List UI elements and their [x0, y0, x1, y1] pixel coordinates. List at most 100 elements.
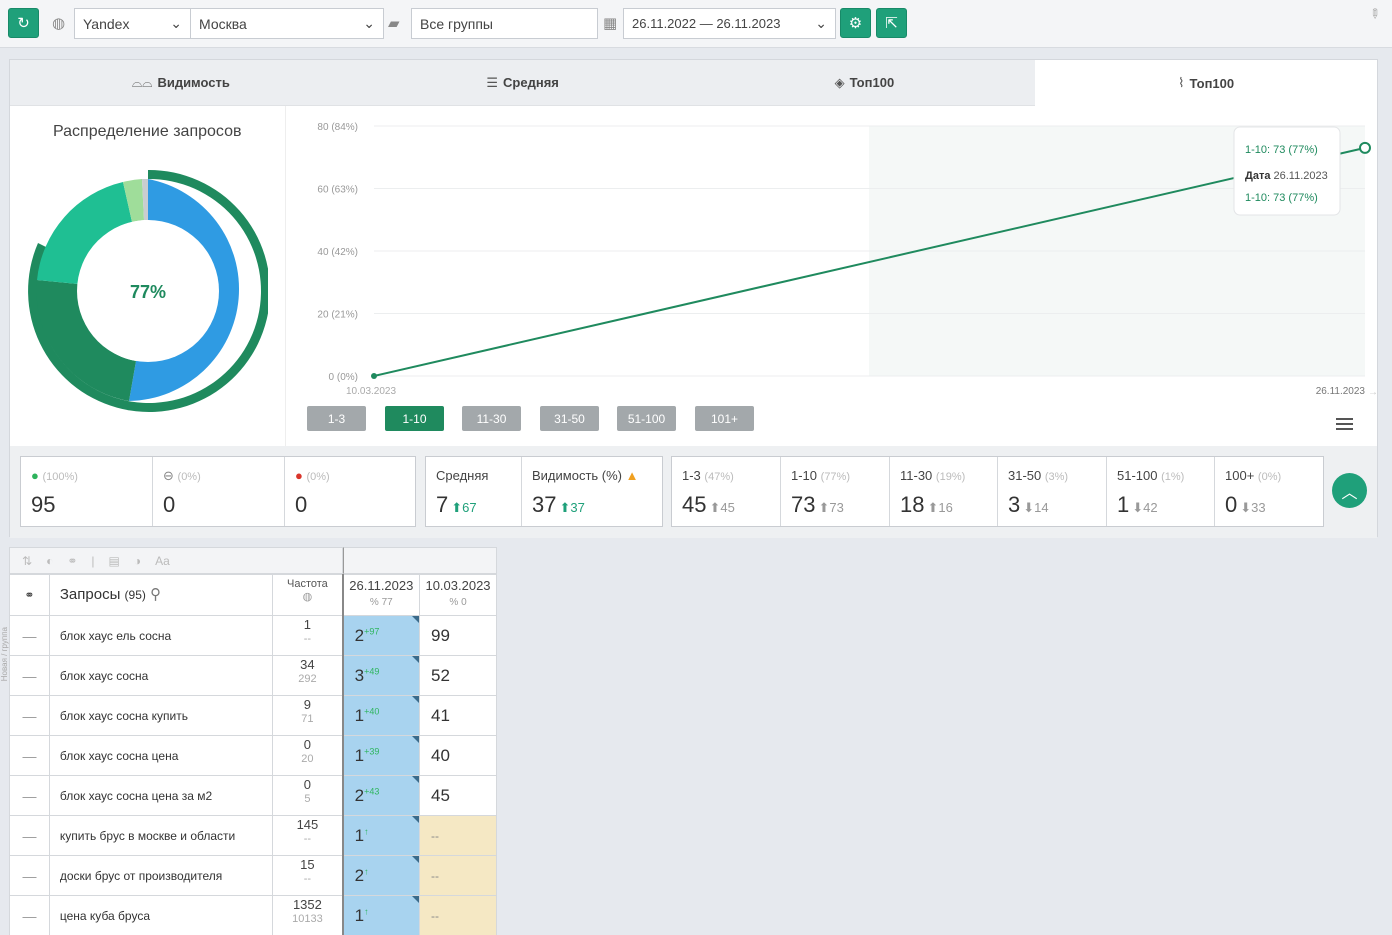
stat-range-1-3[interactable]: 1-3 (47%) 45 ⬆45: [672, 457, 781, 526]
stat-average[interactable]: Средняя 7 ⬆67: [426, 457, 522, 526]
position-cell[interactable]: 2↑: [341, 855, 421, 896]
export-button[interactable]: ⇱: [876, 8, 907, 38]
query-text[interactable]: блок хаус сосна цена: [48, 735, 274, 776]
group-select[interactable]: Все группы: [411, 8, 598, 39]
stat-range-11-30[interactable]: 11-30 (19%) 18 ⬆16: [890, 457, 998, 526]
row-toggle[interactable]: —: [9, 775, 50, 816]
y-tick-label: 60 (63%): [317, 185, 358, 196]
range-value: 1: [1117, 492, 1130, 517]
distribution-title: Распределение запросов: [53, 123, 242, 140]
previous-position-cell[interactable]: --: [419, 855, 497, 896]
position-cell[interactable]: 1+40: [341, 695, 421, 736]
frequency-column-header[interactable]: Частота ◍: [272, 574, 344, 616]
stat-visibility[interactable]: Видимость (%) ▲ 37 ⬆37: [522, 457, 662, 526]
separator: |: [91, 553, 95, 568]
queries-column-header[interactable]: Запросы (95) ⚲: [48, 574, 274, 616]
stat-range-100-plus[interactable]: 100+ (0%) 0 ⬇33: [1215, 457, 1323, 526]
y-tick-label: 0 (0%): [329, 372, 358, 383]
date1-column-header[interactable]: 26.11.2023% 77: [341, 574, 421, 616]
position-cell[interactable]: 1↑: [341, 815, 421, 856]
range-button-51-100[interactable]: 51-100: [617, 406, 676, 431]
position-cell[interactable]: 1↑: [341, 895, 421, 935]
previous-position-cell[interactable]: --: [419, 815, 497, 856]
queries-count: (95): [124, 588, 146, 602]
range-pct: (19%): [935, 471, 966, 483]
scroll-up-button[interactable]: ︿: [1332, 473, 1367, 508]
tab-average[interactable]: ☰ Средняя: [351, 60, 694, 106]
previous-position-cell[interactable]: 41: [419, 695, 497, 736]
stat-range-1-10[interactable]: 1-10 (77%) 73 ⬆73: [781, 457, 890, 526]
range-delta: 14: [1034, 500, 1049, 515]
query-text[interactable]: блок хаус сосна: [48, 655, 274, 696]
refresh-button[interactable]: ↻: [8, 8, 39, 38]
stat-range-31-50[interactable]: 31-50 (3%) 3 ⬇14: [998, 457, 1107, 526]
overview-panel: ⌓⌓ Видимость ☰ Средняя ◈ Топ100 ⌇ Топ100 Рас…: [9, 59, 1378, 538]
toolbar: ↻ ◍ Yandex ⌄ Москва ⌄ ▰ Все группы ▦ 26.…: [0, 0, 1392, 48]
pin-icon[interactable]: ✎: [1365, 4, 1384, 23]
date2-column-header[interactable]: 10.03.2023% 0: [419, 574, 497, 616]
link-icon[interactable]: ⚭: [67, 554, 77, 568]
previous-position-cell[interactable]: 40: [419, 735, 497, 776]
x-tick-label: 10.03.2023: [346, 386, 396, 397]
position-cell[interactable]: 1+39: [341, 735, 421, 776]
row-toggle[interactable]: —: [9, 735, 50, 776]
range-button-1-10[interactable]: 1-10: [385, 406, 444, 431]
query-text[interactable]: блок хаус сосна цена за м2: [48, 775, 274, 816]
query-text[interactable]: блок хаус сосна купить: [48, 695, 274, 736]
row-toggle[interactable]: —: [9, 655, 50, 696]
range-button-11-30[interactable]: 11-30: [462, 406, 521, 431]
stat-down[interactable]: ● (0%) 0: [285, 457, 415, 526]
range-button-31-50[interactable]: 31-50: [540, 406, 599, 431]
position-cell[interactable]: 3+49: [341, 655, 421, 696]
side-group-label[interactable]: Новая / группа: [0, 627, 9, 681]
chevron-down-icon: ⌄: [815, 15, 827, 31]
contrast-icon[interactable]: ◑: [134, 554, 141, 568]
range-delta: 73: [829, 500, 844, 515]
line-chart: 80 (84%) 60 (63%) 40 (42%) 20 (21%) 0 (0%) 10…: [317, 122, 1378, 398]
range-button-1-3[interactable]: 1-3: [307, 406, 366, 431]
globe-icon: ◍: [302, 591, 313, 603]
distribution-donut: 77%: [28, 169, 268, 412]
tab-top100-layers[interactable]: ◈ Топ100: [693, 60, 1036, 106]
sort-icon[interactable]: ⇅: [22, 554, 32, 568]
range-value: 73: [791, 492, 816, 517]
search-engine-select[interactable]: Yandex ⌄: [74, 8, 191, 39]
y-tick-label: 80 (84%): [317, 122, 358, 133]
query-text[interactable]: доски брус от производителя: [48, 855, 274, 896]
link-column-header[interactable]: ⚭: [9, 574, 50, 616]
row-toggle[interactable]: —: [9, 855, 50, 896]
font-icon[interactable]: Aa: [155, 554, 170, 568]
settings-button[interactable]: ⚙: [840, 8, 871, 38]
search-icon[interactable]: ⚲: [150, 586, 161, 603]
tab-top100-chart[interactable]: ⌇ Топ100: [1035, 60, 1377, 106]
row-toggle[interactable]: —: [9, 895, 50, 935]
position-cell[interactable]: 2+43: [341, 775, 421, 816]
row-toggle[interactable]: —: [9, 695, 50, 736]
previous-position-cell[interactable]: 52: [419, 655, 497, 696]
previous-position-cell[interactable]: 99: [419, 615, 497, 656]
range-label: 31-50: [1008, 468, 1042, 483]
date-range-value: 26.11.2022 — 26.11.2023: [632, 16, 781, 31]
stat-up[interactable]: ● (100%) 95: [21, 457, 153, 526]
calc-icon[interactable]: ▤: [109, 554, 120, 568]
range-button-101-plus[interactable]: 101+: [695, 406, 754, 431]
tab-label: Видимость: [157, 75, 230, 90]
tab-visibility[interactable]: ⌓⌓ Видимость: [10, 60, 352, 106]
row-toggle[interactable]: —: [9, 615, 50, 656]
stat-eq-value: 0: [163, 492, 176, 517]
position-cell[interactable]: 2+97: [341, 615, 421, 656]
row-toggle[interactable]: —: [9, 815, 50, 856]
query-text[interactable]: блок хаус ель сосна: [48, 615, 274, 656]
stat-equal[interactable]: ⊖ (0%) 0: [153, 457, 285, 526]
chart-menu-icon[interactable]: [1336, 418, 1353, 433]
position-delta: ↑: [364, 825, 369, 836]
previous-position-cell[interactable]: 45: [419, 775, 497, 816]
region-select[interactable]: Москва ⌄: [190, 8, 384, 39]
tab-label: Средняя: [503, 75, 559, 90]
query-text[interactable]: цена куба бруса: [48, 895, 274, 935]
date-range-select[interactable]: 26.11.2022 — 26.11.2023 ⌄: [623, 8, 836, 39]
previous-position-cell[interactable]: --: [419, 895, 497, 935]
stat-range-51-100[interactable]: 51-100 (1%) 1 ⬇42: [1107, 457, 1215, 526]
query-text[interactable]: купить брус в москве и области: [48, 815, 274, 856]
toggle-icon[interactable]: ◐: [46, 554, 53, 568]
